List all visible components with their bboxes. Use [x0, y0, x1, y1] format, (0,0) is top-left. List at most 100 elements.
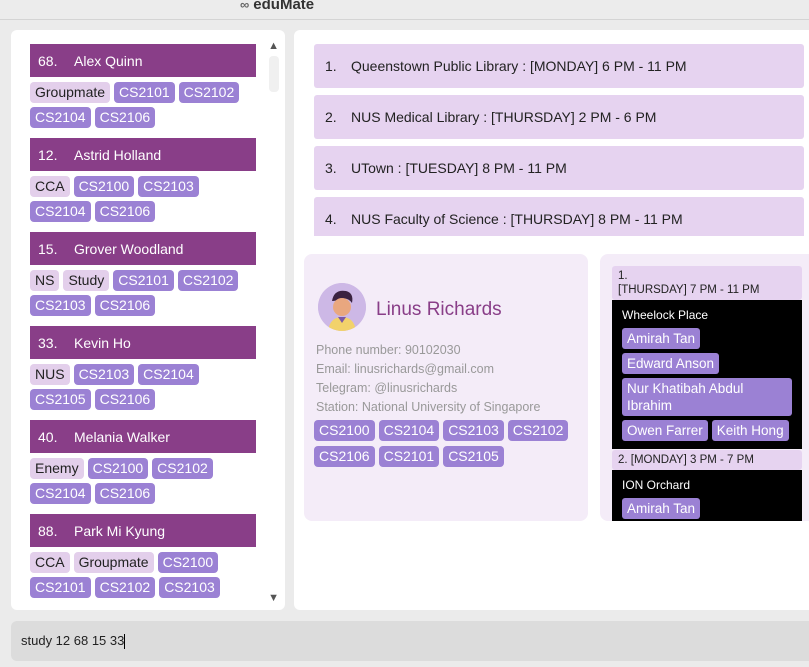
location-text: NUS Faculty of Science : [THURSDAY] 8 PM…	[351, 211, 683, 227]
module-tag: CS2100	[87, 458, 149, 479]
category-tag: CCA	[30, 552, 70, 573]
person-card-header: 88. Park Mi Kyung	[30, 514, 256, 547]
location-number: 1.	[325, 58, 337, 74]
person-name: Kevin Ho	[74, 334, 131, 351]
profile-telegram: Telegram: @linusrichards	[316, 381, 458, 395]
meetup-place: ION Orchard	[622, 478, 691, 492]
location-item[interactable]: 1. Queenstown Public Library : [MONDAY] 6…	[314, 44, 804, 88]
participant-tag: Owen Farrer	[622, 420, 708, 441]
location-number: 3.	[325, 160, 337, 176]
participant-tag: Keith Hong	[711, 420, 789, 441]
meetup-item[interactable]: 1. [THURSDAY] 7 PM - 11 PM Wheelock Plac…	[612, 266, 802, 449]
avatar	[318, 283, 366, 331]
category-tag: Study	[63, 270, 110, 291]
person-tags: CCA CS2100 CS2103 CS2104 CS2106	[30, 171, 256, 224]
meetup-time: [THURSDAY] 7 PM - 11 PM	[618, 284, 760, 296]
person-tags: CCA Groupmate CS2100 CS2101 CS2102 CS2103	[30, 547, 256, 600]
module-tag: CS2100	[157, 552, 219, 573]
location-recommendation-list[interactable]: 1. Queenstown Public Library : [MONDAY] 6…	[314, 44, 804, 236]
meetup-item[interactable]: 2. [MONDAY] 3 PM - 7 PM ION Orchard Amir…	[612, 450, 802, 521]
scroll-down-icon[interactable]: ▼	[268, 592, 279, 604]
title-bar: ∞ eduMate	[0, 0, 809, 20]
module-tag: CS2102	[177, 270, 239, 291]
person-name: Grover Woodland	[74, 240, 184, 257]
person-tags: Groupmate CS2101 CS2102 CS2104 CS2106	[30, 77, 256, 130]
person-card[interactable]: 15. Grover Woodland NS Study CS2101 CS2102 CS2…	[30, 232, 256, 318]
person-card-header: 12. Astrid Holland	[30, 138, 256, 171]
module-tag: CS2104	[30, 483, 91, 504]
meetup-place: Wheelock Place	[622, 308, 709, 322]
person-list-scrollbar-thumb[interactable]	[269, 56, 279, 92]
module-tag: CS2105	[443, 446, 504, 467]
module-tag: CS2101	[113, 270, 174, 291]
module-tag: CS2104	[378, 420, 440, 441]
person-list-panel[interactable]: ▲ ▼ 68. Alex Quinn Groupmate CS2101 CS2102 CS…	[11, 30, 285, 610]
module-tag: CS2100	[73, 176, 135, 197]
person-name: Park Mi Kyung	[74, 522, 166, 539]
module-tag: CS2106	[94, 201, 156, 222]
location-text: UTown : [TUESDAY] 8 PM - 11 PM	[351, 160, 567, 176]
person-card-header: 68. Alex Quinn	[30, 44, 256, 77]
module-tag: CS2106	[94, 389, 156, 410]
module-tag: CS2104	[30, 201, 91, 222]
person-name: Astrid Holland	[74, 146, 162, 163]
module-tag: CS2101	[114, 82, 175, 103]
participant-tag: Amirah Tan	[622, 328, 701, 349]
person-index: 12.	[38, 146, 58, 163]
location-text: Queenstown Public Library : [MONDAY] 6 P…	[351, 58, 687, 74]
person-card[interactable]: 40. Melania Walker Enemy CS2100 CS2102 CS2104…	[30, 420, 256, 506]
module-tag: CS2106	[94, 295, 156, 316]
module-tag: CS2105	[30, 389, 91, 410]
location-number: 4.	[325, 211, 337, 227]
module-tag: CS2103	[73, 364, 135, 385]
user-profile-card: Linus Richards Phone number: 90102030 Em…	[304, 254, 588, 521]
module-tag: CS2106	[94, 483, 156, 504]
person-card[interactable]: 33. Kevin Ho NUS CS2103 CS2104 CS2105 CS2106	[30, 326, 256, 412]
module-tag: CS2103	[443, 420, 504, 441]
module-tag: CS2102	[507, 420, 569, 441]
person-index: 33.	[38, 334, 58, 351]
person-card-header: 33. Kevin Ho	[30, 326, 256, 359]
category-tag: Enemy	[30, 458, 84, 479]
module-tag: CS2102	[94, 577, 156, 598]
module-tag: CS2100	[314, 420, 375, 441]
scroll-up-icon[interactable]: ▲	[268, 40, 279, 52]
person-index: 40.	[38, 428, 58, 445]
category-tag: NUS	[30, 364, 70, 385]
profile-module-tags: CS2100 CS2104 CS2103 CS2102 CS2106 CS2101 CS21…	[314, 420, 574, 467]
person-card[interactable]: 88. Park Mi Kyung CCA Groupmate CS2100 CS2101…	[30, 514, 256, 600]
profile-email: Email: linusrichards@gmail.com	[316, 362, 495, 376]
meetup-header-text: 2. [MONDAY] 3 PM - 7 PM	[618, 454, 754, 466]
app-title-text: eduMate	[253, 0, 315, 13]
meetup-body: Wheelock Place Amirah Tan Edward Anson Nur…	[612, 300, 802, 449]
module-tag: CS2106	[314, 446, 375, 467]
meetup-number: 1.	[618, 270, 628, 282]
person-card-header: 15. Grover Woodland	[30, 232, 256, 265]
participant-tag: Nur Khatibah Abdul Ibrahim	[622, 378, 792, 416]
location-item[interactable]: 4. NUS Faculty of Science : [THURSDAY] 8 …	[314, 197, 804, 236]
module-tag: CS2103	[159, 577, 220, 598]
person-card[interactable]: 68. Alex Quinn Groupmate CS2101 CS2102 CS2104…	[30, 44, 256, 130]
command-input[interactable]: study 12 68 15 33	[11, 621, 809, 661]
meetup-header: 2. [MONDAY] 3 PM - 7 PM	[612, 450, 802, 470]
module-tag: CS2101	[378, 446, 440, 467]
person-card[interactable]: 12. Astrid Holland CCA CS2100 CS2103 CS2104 CS…	[30, 138, 256, 224]
text-caret	[124, 634, 126, 650]
app-title: ∞ eduMate	[240, 0, 314, 13]
person-card-header: 40. Melania Walker	[30, 420, 256, 453]
location-item[interactable]: 3. UTown : [TUESDAY] 8 PM - 11 PM	[314, 146, 804, 190]
meetup-participants: Amirah Tan Edward Anson Nur Khatibah Abdul…	[622, 328, 792, 441]
meetup-participants: Amirah Tan	[622, 498, 792, 519]
category-tag: NS	[30, 270, 60, 291]
person-index: 68.	[38, 52, 58, 69]
meetup-list[interactable]: 1. [THURSDAY] 7 PM - 11 PM Wheelock Plac…	[600, 254, 809, 521]
participant-tag: Edward Anson	[622, 353, 720, 374]
module-tag: CS2102	[178, 82, 240, 103]
profile-name: Linus Richards	[376, 299, 502, 320]
location-item[interactable]: 2. NUS Medical Library : [THURSDAY] 2 PM …	[314, 95, 804, 139]
person-tags: Enemy CS2100 CS2102 CS2104 CS2106	[30, 453, 256, 506]
module-tag: CS2101	[30, 577, 91, 598]
category-tag: Groupmate	[30, 82, 111, 103]
module-tag: CS2104	[30, 107, 91, 128]
person-tags: NUS CS2103 CS2104 CS2105 CS2106	[30, 359, 256, 412]
